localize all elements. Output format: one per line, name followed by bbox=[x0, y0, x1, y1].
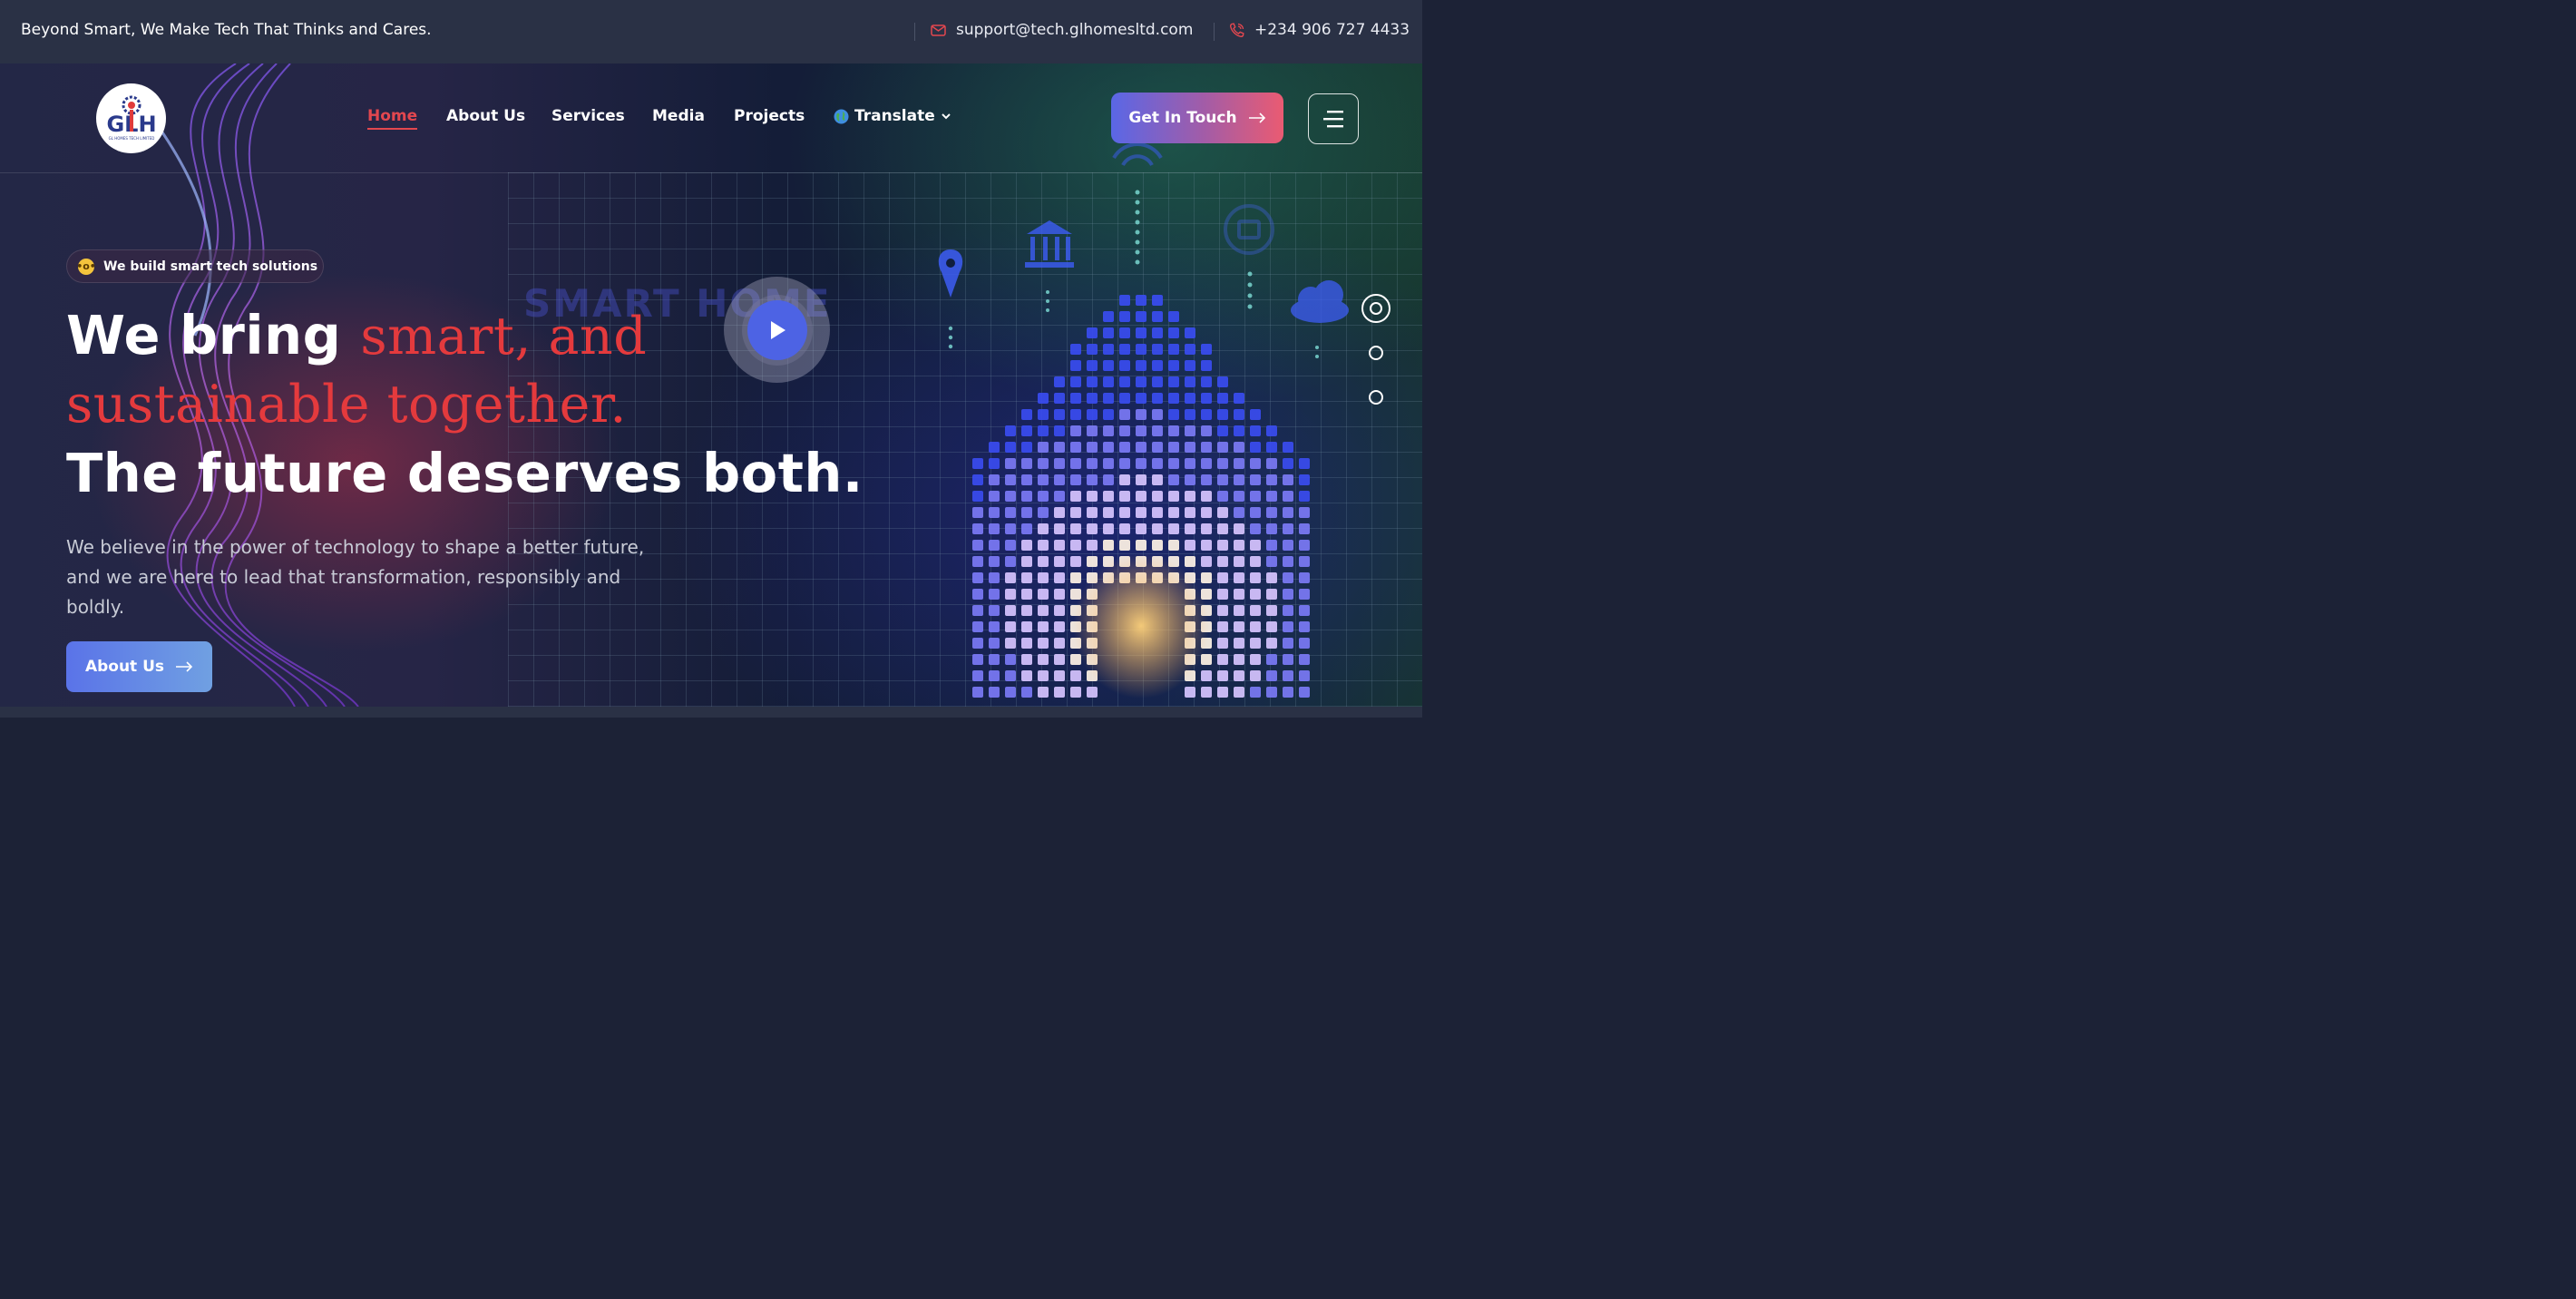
email-contact[interactable]: support@tech.glhomesltd.com bbox=[930, 21, 1193, 39]
cta-label: Get In Touch bbox=[1128, 109, 1237, 127]
badge-text: We build smart tech solutions bbox=[103, 259, 318, 274]
get-in-touch-button[interactable]: Get In Touch bbox=[1111, 93, 1283, 143]
divider bbox=[914, 23, 915, 41]
nav-projects[interactable]: Projects bbox=[734, 107, 805, 125]
slide-dot-1[interactable] bbox=[1361, 294, 1390, 323]
arrow-right-icon bbox=[1248, 112, 1265, 123]
play-video-button[interactable] bbox=[724, 277, 830, 383]
nav-media[interactable]: Media bbox=[652, 107, 705, 125]
play-button-core[interactable] bbox=[746, 299, 807, 360]
nav-services[interactable]: Services bbox=[551, 107, 625, 125]
about-us-label: About Us bbox=[84, 658, 165, 676]
play-icon bbox=[770, 320, 785, 339]
hero-paragraph: We believe in the power of technology to… bbox=[66, 536, 645, 618]
headline-line-2: sustainable together. bbox=[66, 375, 627, 435]
translate-label[interactable]: Translate bbox=[854, 107, 935, 125]
headline-plain: We bring bbox=[66, 304, 361, 366]
arrow-right-icon bbox=[176, 661, 193, 672]
nav-translate[interactable]: Translate bbox=[834, 107, 951, 125]
chevron-down-icon bbox=[942, 113, 951, 120]
headline-accent-1: smart, and bbox=[360, 307, 648, 366]
hero-section: SMART HOME GLH GL HOMES TECH LIMITED Hom… bbox=[0, 63, 1422, 707]
divider bbox=[1214, 23, 1215, 41]
nav-home[interactable]: Home bbox=[367, 107, 418, 130]
surprised-face-icon: •o• bbox=[76, 258, 96, 275]
tagline-badge: •o• We build smart tech solutions bbox=[66, 249, 324, 283]
email-text[interactable]: support@tech.glhomesltd.com bbox=[956, 21, 1193, 39]
phone-icon bbox=[1228, 22, 1245, 39]
phone-text[interactable]: +234 906 727 4433 bbox=[1254, 21, 1410, 39]
nav-about-us[interactable]: About Us bbox=[446, 107, 525, 125]
logo-mark: GLH GL HOMES TECH LIMITED bbox=[106, 95, 156, 141]
logo-subtitle: GL HOMES TECH LIMITED bbox=[108, 136, 154, 141]
logo[interactable]: GLH GL HOMES TECH LIMITED bbox=[96, 83, 166, 153]
top-info-bar: Beyond Smart, We Make Tech That Thinks a… bbox=[0, 0, 1422, 63]
mail-icon bbox=[930, 22, 947, 39]
wifi-icon bbox=[1112, 142, 1163, 167]
slide-dot-3[interactable] bbox=[1369, 390, 1383, 405]
headline-line-3: The future deserves both. bbox=[66, 442, 864, 504]
about-us-button[interactable]: About Us bbox=[66, 641, 212, 692]
page: Beyond Smart, We Make Tech That Thinks a… bbox=[0, 0, 1422, 718]
nav-divider bbox=[0, 172, 1422, 173]
hamburger-icon bbox=[1323, 111, 1343, 128]
tagline: Beyond Smart, We Make Tech That Thinks a… bbox=[21, 21, 432, 39]
phone-contact[interactable]: +234 906 727 4433 bbox=[1228, 21, 1410, 39]
slide-dot-2[interactable] bbox=[1369, 346, 1383, 360]
globe-icon bbox=[834, 109, 849, 123]
bottom-strip bbox=[0, 707, 1422, 718]
menu-button[interactable] bbox=[1308, 93, 1359, 144]
